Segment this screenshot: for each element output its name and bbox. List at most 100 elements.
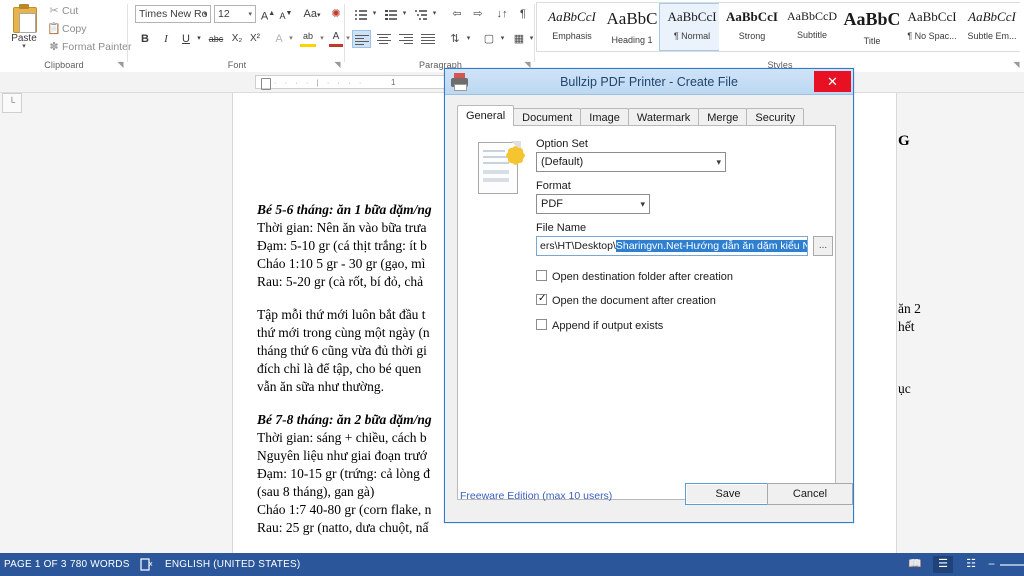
dialog-tabstrip: General Document Image Watermark Merge Securi… bbox=[457, 105, 846, 147]
cut-label: Cut bbox=[62, 5, 79, 17]
web-layout-icon[interactable]: ☷ bbox=[961, 556, 981, 573]
copy-button[interactable]: 📋Copy bbox=[46, 21, 86, 37]
style-name: Strong bbox=[738, 31, 766, 41]
cancel-button[interactable]: Cancel bbox=[767, 483, 853, 505]
close-icon[interactable]: ✕ bbox=[814, 71, 851, 92]
tab-stop-marker[interactable] bbox=[258, 76, 272, 90]
style-item-normal[interactable]: AaBbCcI ¶ Normal bbox=[659, 3, 725, 51]
zoom-slider-track[interactable] bbox=[1000, 564, 1024, 566]
underline-chevron-down-icon[interactable]: ▾ bbox=[194, 30, 204, 48]
file-name-input[interactable]: ers\HT\Desktop\Sharingvn.Net-Hướng dẫn ă… bbox=[536, 236, 808, 256]
format-combo[interactable]: PDF ▾ bbox=[536, 194, 650, 214]
bullets-icon[interactable] bbox=[352, 5, 370, 23]
bullets-chevron-down-icon[interactable]: ▾ bbox=[370, 5, 379, 23]
show-formatting-marks-icon[interactable]: ¶ bbox=[516, 5, 530, 23]
underline-button[interactable]: U bbox=[179, 30, 193, 48]
shrink-font-button[interactable]: A▼ bbox=[278, 5, 294, 25]
style-preview: AaBbCcI bbox=[725, 9, 778, 24]
style-item-subtitle[interactable]: AaBbCcD Subtitle bbox=[779, 3, 845, 51]
ribbon-group-font: Times New Ro ▾ 12 ▾ A▲ A▼ Aa▾ ✺ B I U ▾ … bbox=[129, 0, 350, 72]
spell-check-icon[interactable]: x bbox=[140, 557, 156, 572]
font-dialog-launcher[interactable]: ◥ bbox=[333, 60, 342, 69]
option-set-combo[interactable]: (Default) ▾ bbox=[536, 152, 726, 172]
paste-chevron-down-icon[interactable]: ▾ bbox=[4, 43, 44, 50]
text-effects-button[interactable]: A bbox=[271, 30, 287, 48]
checkbox-box bbox=[536, 270, 547, 281]
word-application-window: Paste ▾ ✂ Cut 📋Copy ✽ Format Painter Clipb… bbox=[0, 0, 1024, 576]
bullzip-create-file-dialog: Bullzip PDF Printer - Create File ✕ Gene… bbox=[444, 68, 854, 523]
grow-font-button[interactable]: A▲ bbox=[260, 5, 276, 26]
cut-button[interactable]: ✂ Cut bbox=[46, 3, 78, 19]
zoom-out-button[interactable]: − bbox=[988, 556, 995, 572]
clear-formatting-icon[interactable]: ✺ bbox=[328, 5, 344, 23]
clipboard-group-label: Clipboard bbox=[44, 60, 84, 70]
superscript-button[interactable]: X² bbox=[247, 30, 263, 48]
shading-icon[interactable]: ▢ bbox=[480, 30, 498, 48]
font-name-combo[interactable]: Times New Ro ▾ bbox=[135, 5, 211, 23]
save-button[interactable]: Save bbox=[685, 483, 771, 505]
scissors-icon: ✂ bbox=[49, 5, 59, 17]
style-preview: AaBbC bbox=[843, 9, 901, 29]
numbering-icon[interactable] bbox=[382, 5, 400, 23]
language-indicator[interactable]: ENGLISH (UNITED STATES) bbox=[165, 553, 300, 576]
style-preview: AaBbCcD bbox=[787, 9, 837, 23]
document-settings-icon bbox=[478, 141, 527, 194]
format-painter-button[interactable]: ✽ Format Painter bbox=[46, 39, 131, 55]
status-bar: PAGE 1 OF 3 780 WORDS x ENGLISH (UNITED … bbox=[0, 553, 1024, 576]
multilevel-list-icon[interactable] bbox=[412, 5, 430, 23]
italic-button[interactable]: I bbox=[159, 30, 173, 48]
text-highlight-button[interactable]: ab bbox=[300, 30, 316, 47]
style-item-heading-1[interactable]: AaBbC Heading 1 bbox=[599, 3, 665, 51]
text-effects-chevron-down-icon[interactable]: ▾ bbox=[286, 30, 296, 48]
numbering-chevron-down-icon[interactable]: ▾ bbox=[400, 5, 409, 23]
style-item-no-spac[interactable]: AaBbCcI ¶ No Spac... bbox=[899, 3, 965, 51]
justify-icon[interactable] bbox=[418, 30, 437, 48]
style-item-title[interactable]: AaBbC Title bbox=[839, 3, 905, 51]
paste-button[interactable]: Paste ▾ bbox=[4, 2, 44, 58]
clipboard-dialog-launcher[interactable]: ◥ bbox=[116, 60, 125, 69]
increase-indent-icon[interactable]: ⇨ bbox=[469, 5, 487, 23]
open-destination-folder-checkbox[interactable]: Open destination folder after creation bbox=[536, 270, 733, 284]
dialog-tab-general[interactable]: General bbox=[457, 105, 515, 126]
browse-button[interactable]: ... bbox=[813, 236, 833, 256]
styles-dialog-launcher[interactable]: ◥ bbox=[1012, 60, 1021, 69]
read-mode-icon[interactable]: 📖 bbox=[905, 556, 925, 573]
format-painter-label: Format Painter bbox=[62, 41, 132, 53]
right-fragment-1: ăn 2 bbox=[898, 301, 921, 316]
style-item-subtle-em[interactable]: AaBbCcI Subtle Em... bbox=[959, 3, 1024, 51]
line-spacing-chevron-down-icon[interactable]: ▾ bbox=[464, 30, 473, 48]
freeware-edition-link[interactable]: Freeware Edition (max 10 users) bbox=[460, 490, 612, 502]
line-spacing-icon[interactable]: ⇅ bbox=[446, 30, 464, 48]
bold-button[interactable]: B bbox=[138, 30, 152, 48]
font-size-combo[interactable]: 12 ▾ bbox=[214, 5, 256, 23]
append-output-checkbox[interactable]: Append if output exists bbox=[536, 319, 663, 333]
style-preview: AaBbCcI bbox=[968, 9, 1016, 24]
document-line: Thời gian: Nên ăn vào bữa trưa bbox=[257, 220, 427, 235]
dialog-title: Bullzip PDF Printer - Create File bbox=[560, 75, 738, 89]
vertical-ruler-corner[interactable]: └ bbox=[2, 93, 22, 113]
file-name-prefix: ers\HT\Desktop\ bbox=[540, 240, 616, 252]
print-layout-icon[interactable]: ☰ bbox=[933, 556, 953, 573]
word-count[interactable]: 780 WORDS bbox=[70, 553, 130, 576]
document-line: tháng thứ 6 cũng vừa đủ thời gi bbox=[257, 343, 427, 358]
sort-icon[interactable]: ↓↑ bbox=[494, 5, 510, 23]
decrease-indent-icon[interactable]: ⇦ bbox=[448, 5, 466, 23]
dialog-titlebar[interactable]: Bullzip PDF Printer - Create File ✕ bbox=[445, 69, 853, 95]
borders-icon[interactable]: ▦ bbox=[510, 30, 528, 48]
align-left-icon[interactable] bbox=[352, 30, 371, 48]
document-line: Thời gian: sáng + chiều, cách b bbox=[257, 430, 427, 445]
align-center-icon[interactable] bbox=[374, 30, 393, 48]
multilevel-chevron-down-icon[interactable]: ▾ bbox=[430, 5, 439, 23]
strikethrough-button[interactable]: abc bbox=[206, 30, 226, 48]
subscript-button[interactable]: X₂ bbox=[229, 30, 245, 48]
open-document-checkbox[interactable]: Open the document after creation bbox=[536, 293, 716, 308]
shading-chevron-down-icon[interactable]: ▾ bbox=[498, 30, 507, 48]
style-item-strong[interactable]: AaBbCcI Strong bbox=[719, 3, 785, 51]
font-color-button[interactable]: A bbox=[329, 30, 343, 47]
style-item-emphasis[interactable]: AaBbCcI Emphasis bbox=[539, 3, 605, 51]
option-set-label: Option Set bbox=[536, 138, 588, 150]
change-case-button[interactable]: Aa▾ bbox=[299, 5, 325, 25]
align-right-icon[interactable] bbox=[396, 30, 415, 48]
page-indicator[interactable]: PAGE 1 OF 3 bbox=[4, 553, 67, 576]
highlight-chevron-down-icon[interactable]: ▾ bbox=[317, 30, 327, 48]
